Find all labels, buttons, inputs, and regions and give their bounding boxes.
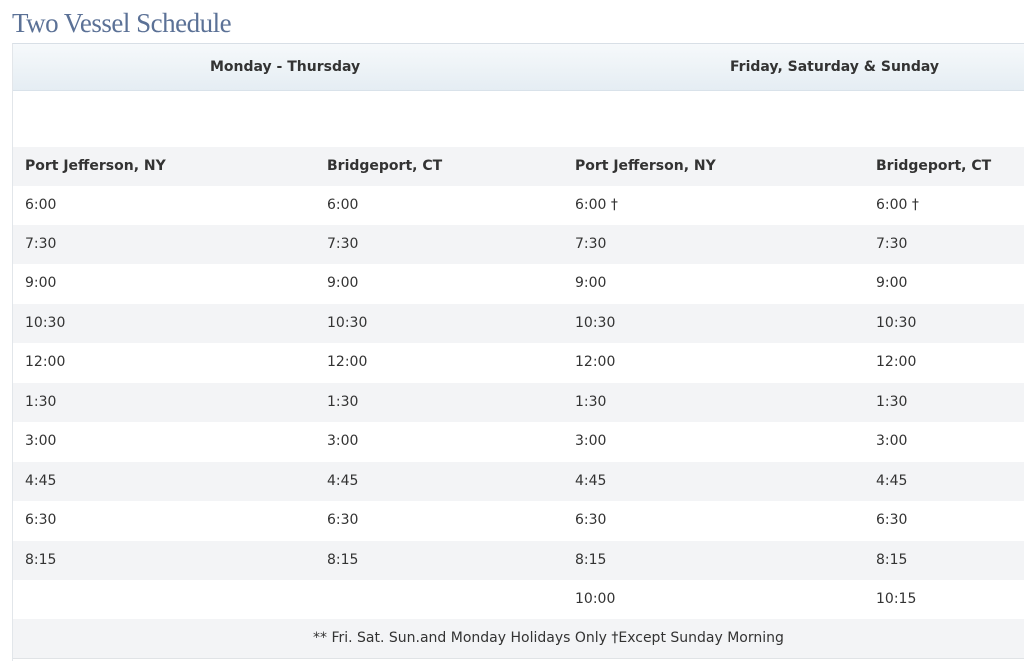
- table-row: 7:30 7:30 7:30 7:30: [13, 225, 1024, 264]
- day-header-weekday: Monday - Thursday: [210, 59, 361, 75]
- time-cell: 6:00: [327, 197, 359, 213]
- schedule-table: Monday - Thursday Friday, Saturday & Sun…: [12, 43, 1024, 661]
- table-row: 6:30 6:30 6:30 6:30: [13, 501, 1024, 540]
- time-cell: 9:00: [876, 275, 908, 291]
- time-cell: 7:30: [25, 236, 57, 252]
- time-cell: 9:00: [25, 275, 57, 291]
- time-cell: 6:00 †: [575, 197, 618, 213]
- time-cell: 4:45: [575, 473, 607, 489]
- time-cell: 1:30: [575, 394, 607, 410]
- time-cell: 10:30: [575, 315, 616, 331]
- column-header-row: Port Jefferson, NY Bridgeport, CT Port J…: [13, 147, 1024, 186]
- time-cell: 12:00: [327, 354, 368, 370]
- time-cell: 8:15: [876, 552, 908, 568]
- time-cell: 6:30: [876, 512, 908, 528]
- time-cell: 6:30: [25, 512, 57, 528]
- table-row: 6:00 6:00 6:00 † 6:00 †: [13, 186, 1024, 225]
- time-cell: 6:00: [25, 197, 57, 213]
- table-row: 3:00 3:00 3:00 3:00: [13, 422, 1024, 461]
- time-cell: 10:30: [25, 315, 66, 331]
- time-cell: 9:00: [575, 275, 607, 291]
- table-row: 8:15 8:15 8:15 8:15: [13, 541, 1024, 580]
- day-header-weekend: Friday, Saturday & Sunday: [730, 59, 940, 75]
- time-cell: 10:30: [327, 315, 368, 331]
- time-cell: 8:15: [575, 552, 607, 568]
- time-cell: 10:30: [876, 315, 917, 331]
- time-cell: 6:30: [575, 512, 607, 528]
- time-cell: 7:30: [575, 236, 607, 252]
- time-cell: 8:15: [327, 552, 359, 568]
- page-title: Two Vessel Schedule: [12, 8, 232, 38]
- time-cell: 3:00: [575, 433, 607, 449]
- column-header-port-jefferson: Port Jefferson, NY: [25, 158, 166, 174]
- time-cell: 10:15: [876, 591, 917, 607]
- table-row: 9:00 9:00 9:00 9:00: [13, 264, 1024, 303]
- day-header-row: Monday - Thursday Friday, Saturday & Sun…: [13, 44, 1024, 91]
- column-header-bridgeport: Bridgeport, CT: [327, 158, 443, 174]
- time-cell: 7:30: [327, 236, 359, 252]
- time-cell: 1:30: [876, 394, 908, 410]
- table-row: 10:00 10:15: [13, 580, 1024, 619]
- time-cell: 1:30: [25, 394, 57, 410]
- time-cell: 3:00: [25, 433, 57, 449]
- time-cell: 9:00: [327, 275, 359, 291]
- time-cell: 6:30: [327, 512, 359, 528]
- table-row: 12:00 12:00 12:00 12:00: [13, 343, 1024, 382]
- spacer-row: [13, 91, 1024, 147]
- footnote-text: ** Fri. Sat. Sun.and Monday Holidays Onl…: [313, 630, 784, 646]
- table-row: 10:30 10:30 10:30 10:30: [13, 304, 1024, 343]
- time-cell: 8:15: [25, 552, 57, 568]
- time-cell: 4:45: [25, 473, 57, 489]
- column-header-port-jefferson: Port Jefferson, NY: [575, 158, 716, 174]
- time-cell: 3:00: [327, 433, 359, 449]
- time-cell: 12:00: [25, 354, 66, 370]
- table-row: 4:45 4:45 4:45 4:45: [13, 462, 1024, 501]
- column-header-bridgeport: Bridgeport, CT: [876, 158, 992, 174]
- time-cell: 1:30: [327, 394, 359, 410]
- footnote-row: ** Fri. Sat. Sun.and Monday Holidays Onl…: [13, 619, 1024, 659]
- time-cell: 4:45: [327, 473, 359, 489]
- time-cell: 7:30: [876, 236, 908, 252]
- table-row: 1:30 1:30 1:30 1:30: [13, 383, 1024, 422]
- time-cell: 6:00 †: [876, 197, 919, 213]
- time-cell: 3:00: [876, 433, 908, 449]
- time-cell: 12:00: [876, 354, 917, 370]
- time-cell: 4:45: [876, 473, 908, 489]
- time-cell: 12:00: [575, 354, 616, 370]
- time-cell: 10:00: [575, 591, 616, 607]
